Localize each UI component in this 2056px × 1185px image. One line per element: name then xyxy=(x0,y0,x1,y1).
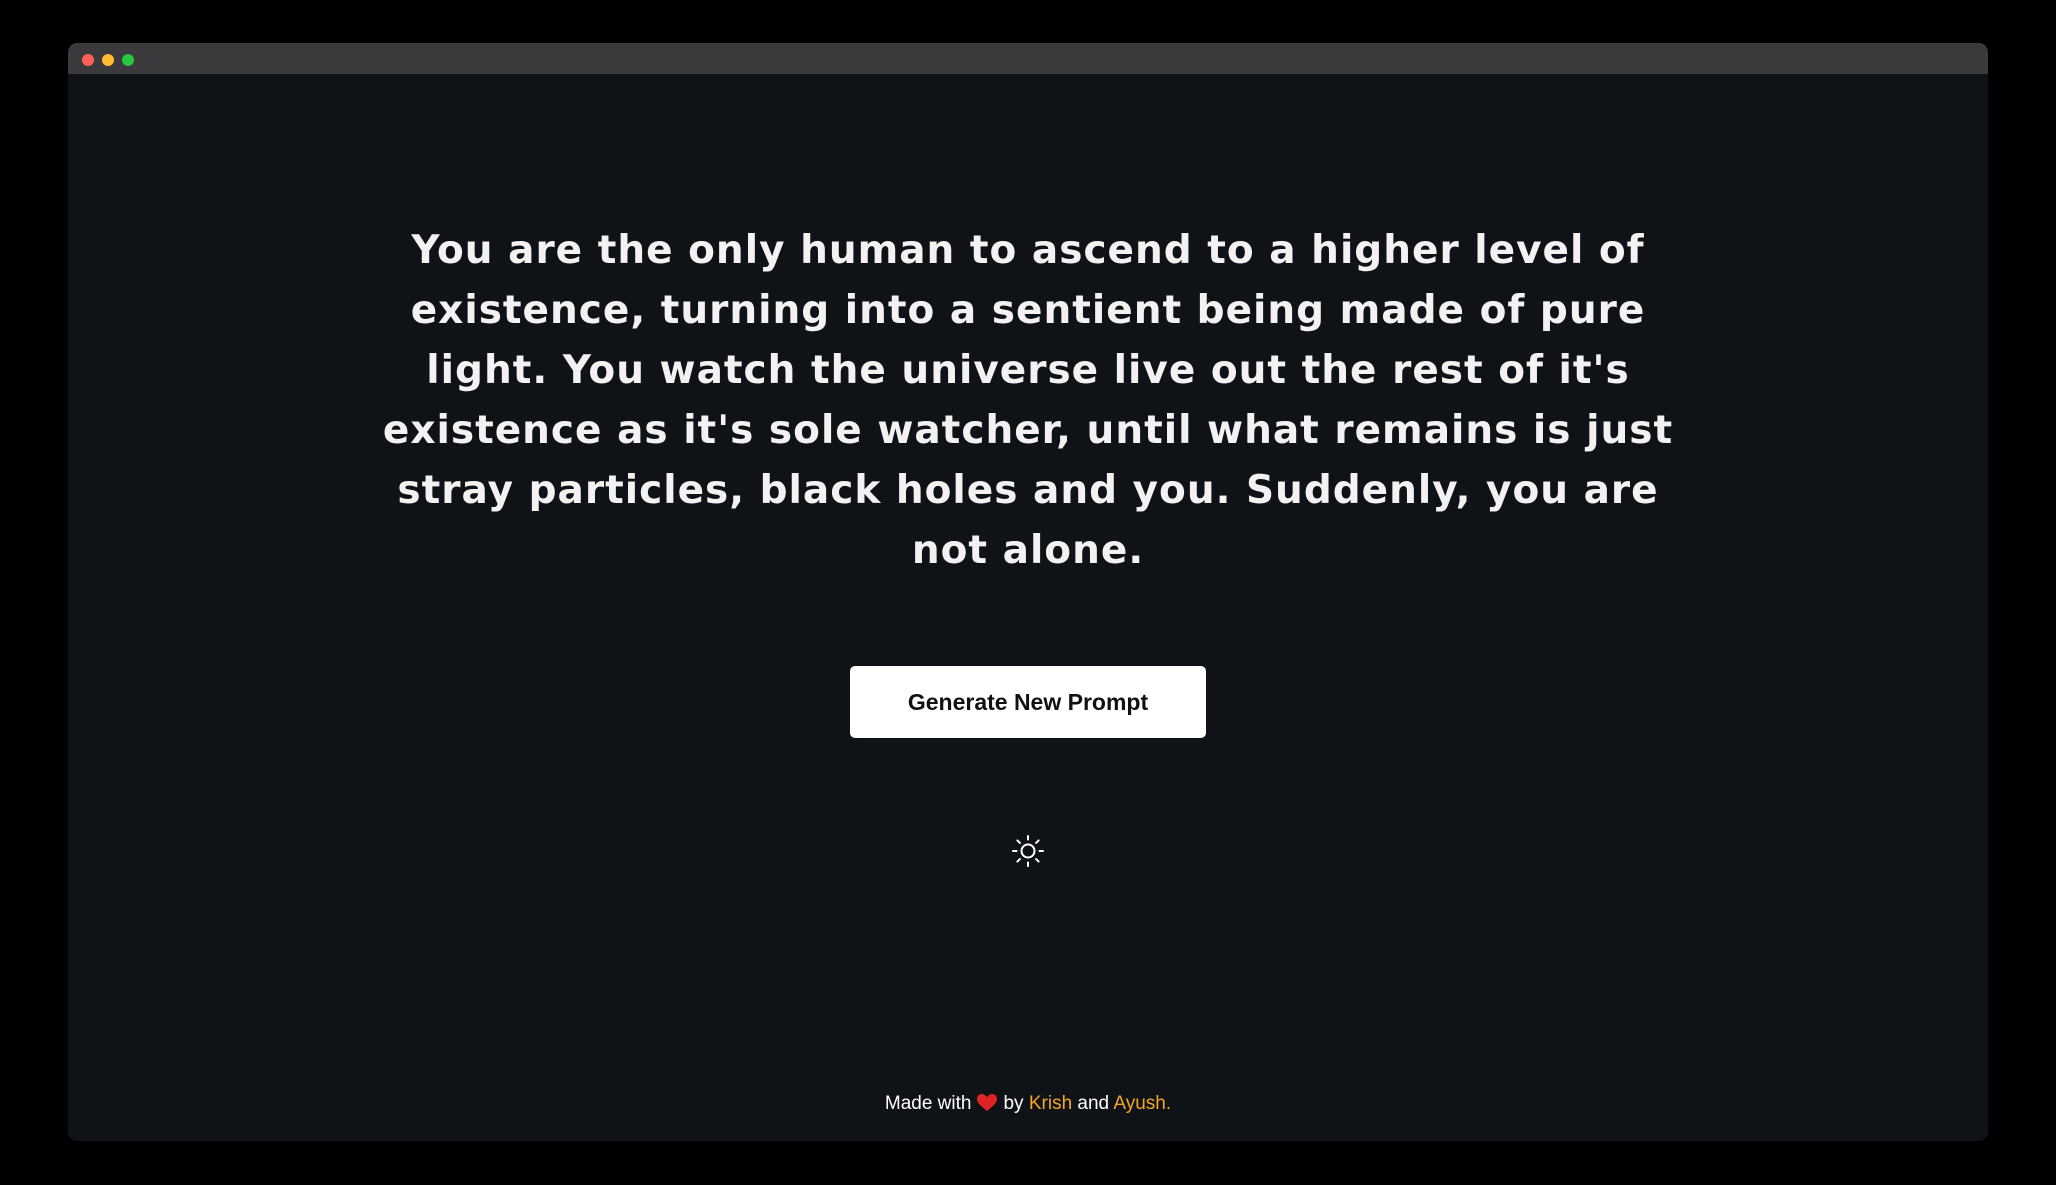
browser-window: You are the only human to ascend to a hi… xyxy=(68,43,1988,1141)
footer: Made with by Krish and Ayush. xyxy=(68,1093,1988,1118)
sun-icon xyxy=(1012,835,1044,867)
author-link-ayush[interactable]: Ayush. xyxy=(1113,1093,1171,1114)
footer-made-with-text: Made with xyxy=(884,1093,972,1114)
heart-icon xyxy=(977,1094,998,1118)
maximize-window-button[interactable] xyxy=(122,54,134,66)
footer-and-text: and xyxy=(1077,1093,1110,1114)
window-titlebar xyxy=(68,43,1988,74)
footer-by-text: by xyxy=(1003,1093,1024,1114)
generate-new-prompt-button[interactable]: Generate New Prompt xyxy=(850,666,1206,738)
author-link-krish[interactable]: Krish xyxy=(1029,1093,1072,1114)
writing-prompt-text: You are the only human to ascend to a hi… xyxy=(382,228,1674,573)
close-window-button[interactable] xyxy=(82,54,94,66)
theme-toggle-button[interactable] xyxy=(1010,833,1046,869)
minimize-window-button[interactable] xyxy=(102,54,114,66)
